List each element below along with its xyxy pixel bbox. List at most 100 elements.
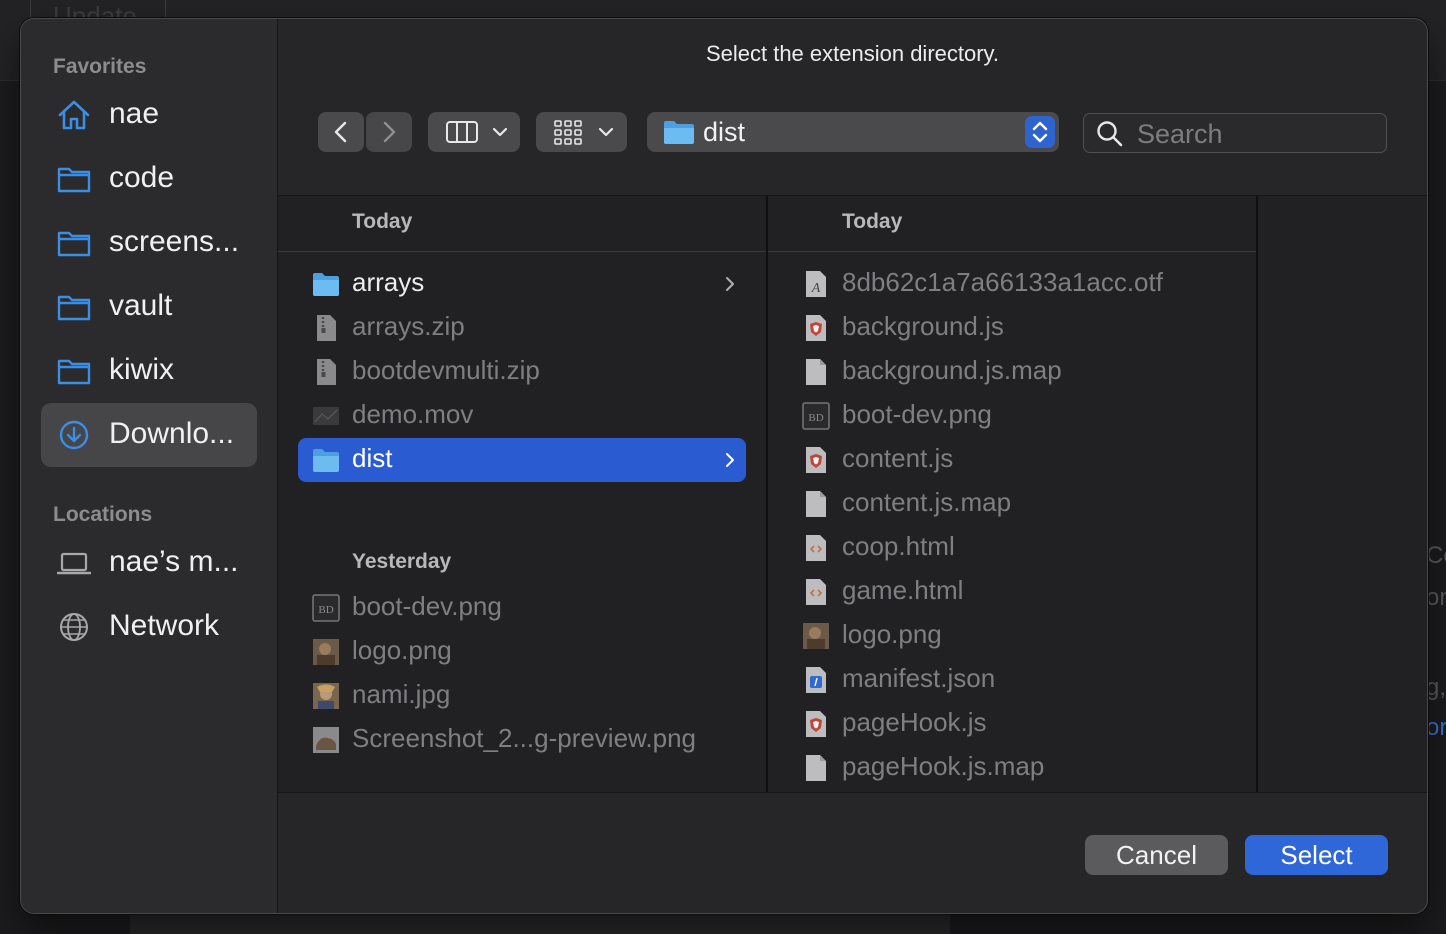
sidebar-item-macbook[interactable]: nae’s m... (41, 531, 257, 595)
network-globe-icon (60, 613, 88, 641)
document-icon (806, 359, 826, 385)
background-panel (130, 912, 950, 934)
sidebar-item-label: vault (109, 289, 173, 322)
file-name: background.js (842, 311, 1004, 341)
file-name: dist (352, 443, 393, 473)
zip-file-icon (317, 315, 336, 341)
list-item[interactable]: background.js (788, 306, 1236, 350)
file-name: boot-dev.png (352, 591, 502, 621)
home-icon (58, 100, 90, 130)
cancel-button[interactable]: Cancel (1085, 835, 1228, 875)
list-item[interactable]: BD boot-dev.png (298, 586, 746, 630)
browser-column-2: Today A 8db62c1a7a66133a1acc.otf backgro… (768, 196, 1256, 792)
search-field[interactable]: Search (1083, 113, 1387, 153)
file-name: logo.png (842, 619, 942, 649)
svg-text:BD: BD (318, 604, 333, 616)
image-thumbnail-icon: BD (312, 594, 340, 622)
list-item[interactable]: background.js.map (788, 350, 1236, 394)
font-file-icon: A (806, 271, 826, 297)
back-button[interactable] (318, 112, 364, 152)
sidebar-item-code[interactable]: code (41, 147, 257, 211)
list-item[interactable]: dist (298, 438, 746, 482)
html-file-icon (806, 579, 826, 605)
sidebar-item-downloads[interactable]: Downlo... (41, 403, 257, 467)
sidebar-item-label: kiwix (109, 353, 174, 386)
sidebar-item-screenshots[interactable]: screens... (41, 211, 257, 275)
file-name: background.js.map (842, 355, 1062, 385)
list-item[interactable]: pageHook.js.map (788, 746, 1236, 790)
sidebar-item-kiwix[interactable]: kiwix (41, 339, 257, 403)
file-name: content.js.map (842, 487, 1012, 517)
group-button[interactable] (536, 112, 627, 152)
browser-area: Select the extension directory. dist Sea… (278, 19, 1427, 913)
current-folder-label: dist (703, 117, 746, 147)
list-item[interactable]: demo.mov (298, 394, 746, 438)
sidebar-item-label: Downlo... (109, 417, 235, 450)
folder-icon (664, 121, 694, 144)
file-name: manifest.json (842, 663, 996, 693)
folder-icon (57, 167, 91, 193)
column-header: Today (842, 210, 903, 233)
list-item[interactable]: manifest.json (788, 658, 1236, 702)
svg-text:A: A (811, 281, 821, 296)
select-button[interactable]: Select (1245, 835, 1388, 875)
brave-js-file-icon (806, 315, 826, 341)
list-item[interactable]: bootdevmulti.zip (298, 350, 746, 394)
list-item[interactable]: logo.png (788, 614, 1236, 658)
open-panel-dialog: Favorites nae code screens... vault kiwi… (20, 18, 1428, 914)
chevron-right-icon (726, 453, 734, 467)
list-item[interactable]: content.js (788, 438, 1236, 482)
background-text: on (1426, 584, 1446, 611)
popup-stepper-icon (1025, 116, 1055, 148)
view-mode-button[interactable] (428, 112, 520, 152)
sidebar: Favorites nae code screens... vault kiwi… (21, 19, 278, 913)
file-name: pageHook.js.map (842, 751, 1045, 781)
list-item[interactable]: pageHook.js (788, 702, 1236, 746)
file-name: arrays (352, 267, 425, 297)
list-item[interactable]: Screenshot_2...g-preview.png (298, 718, 746, 762)
json-file-icon (806, 667, 826, 693)
brave-js-file-icon (806, 711, 826, 737)
sidebar-item-label: nae (109, 97, 160, 130)
list-item[interactable]: arrays.zip (298, 306, 746, 350)
file-name: arrays.zip (352, 311, 465, 341)
column-view-icon (446, 121, 478, 143)
grid-icon (554, 120, 582, 145)
sidebar-item-nae[interactable]: nae (41, 83, 257, 147)
list-item[interactable]: logo.png (298, 630, 746, 674)
forward-button[interactable] (366, 112, 412, 152)
zip-file-icon (317, 359, 336, 385)
chevron-right-icon (726, 277, 734, 291)
folder-path-popup[interactable]: dist (647, 112, 1059, 152)
list-item[interactable]: A 8db62c1a7a66133a1acc.otf (788, 262, 1236, 306)
background-link: or (1426, 714, 1446, 741)
sidebar-item-label: nae’s m... (109, 545, 239, 578)
list-item[interactable]: nami.jpg (298, 674, 746, 718)
list-item[interactable]: BD boot-dev.png (788, 394, 1236, 438)
file-name: Screenshot_2...g-preview.png (352, 723, 696, 753)
document-icon (806, 491, 826, 517)
file-name: boot-dev.png (842, 399, 992, 429)
chevron-left-icon (334, 121, 347, 143)
list-item[interactable]: game.html (788, 570, 1236, 614)
folder-icon (57, 295, 91, 321)
chevron-down-icon (492, 127, 508, 137)
sidebar-item-network[interactable]: Network (41, 595, 257, 659)
column-header-divider (278, 251, 766, 252)
list-item[interactable]: coop.html (788, 526, 1236, 570)
favorites-section-label: Favorites (53, 55, 147, 78)
image-thumbnail-icon (313, 727, 339, 753)
image-thumbnail-icon: BD (802, 402, 830, 430)
sidebar-item-vault[interactable]: vault (41, 275, 257, 339)
file-name: 8db62c1a7a66133a1acc.otf (842, 267, 1163, 297)
file-name: demo.mov (352, 399, 474, 429)
folder-icon (313, 449, 339, 472)
folder-icon (313, 273, 339, 296)
list-item[interactable]: arrays (298, 262, 746, 306)
column-header: Today (352, 210, 413, 233)
browser-column-empty (1258, 196, 1427, 792)
list-item[interactable]: content.js.map (788, 482, 1236, 526)
column-header-divider (768, 251, 1256, 252)
footer-divider (278, 792, 1427, 793)
svg-text:BD: BD (808, 412, 823, 424)
